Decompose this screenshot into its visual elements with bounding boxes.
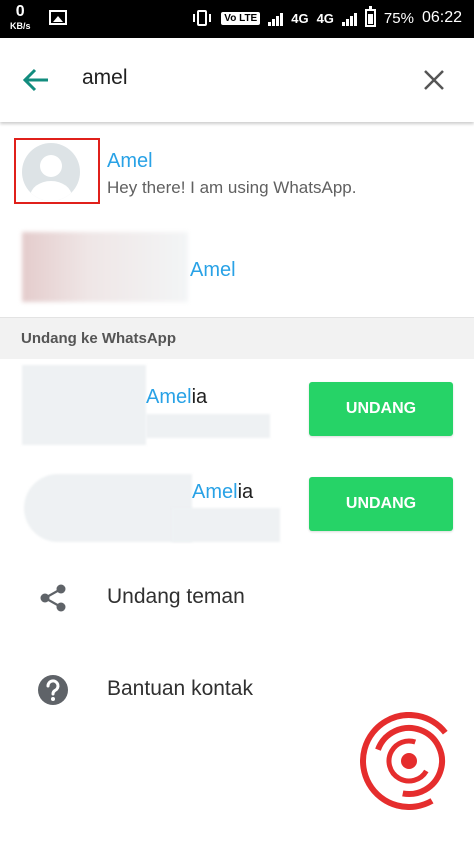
- blurred-avatar: [22, 365, 146, 445]
- contact-name: Amelia: [146, 386, 207, 409]
- invite-friends-label: Undang teman: [107, 585, 245, 608]
- watermark-logo: [360, 712, 458, 810]
- speed-value: 0: [15, 3, 25, 20]
- status-bar: 0 KB/s Vo LTE 4G 4G 75% 06:22: [0, 0, 474, 38]
- section-title: Undang ke WhatsApp: [21, 330, 177, 347]
- name-match: Amel: [146, 386, 192, 408]
- blurred-phone: [172, 508, 280, 542]
- volte-badge: Vo LTE: [221, 11, 261, 25]
- network-type-2: 4G: [316, 10, 334, 26]
- signal-icon-1: [268, 10, 284, 26]
- invite-button[interactable]: UNDANG: [309, 382, 453, 436]
- blurred-phone: [146, 414, 270, 438]
- contact-help-label: Bantuan kontak: [107, 677, 253, 700]
- back-arrow-icon: [22, 68, 48, 92]
- name-rest: ia: [237, 481, 254, 503]
- search-input[interactable]: amel: [82, 66, 128, 90]
- back-button[interactable]: [18, 62, 54, 98]
- network-speed: 0 KB/s: [10, 4, 31, 31]
- default-avatar: [22, 143, 80, 201]
- vibrate-icon: [193, 10, 212, 26]
- speed-unit: KB/s: [10, 21, 31, 31]
- signal-icon-2: [341, 10, 357, 26]
- search-bar: amel: [0, 38, 474, 122]
- name-rest: ia: [191, 386, 208, 408]
- blurred-avatar: [22, 232, 188, 302]
- name-match: Amel: [192, 481, 238, 503]
- contact-name: Amel: [107, 150, 153, 172]
- contact-name: Amelia: [192, 481, 253, 504]
- help-icon: [37, 674, 69, 706]
- network-type-1: 4G: [291, 10, 309, 26]
- clear-search-button[interactable]: [416, 62, 452, 98]
- invite-button[interactable]: UNDANG: [309, 477, 453, 531]
- battery-icon: [364, 6, 376, 27]
- contact-status: Hey there! I am using WhatsApp.: [107, 178, 357, 197]
- contact-name: Amel: [190, 259, 236, 281]
- image-notification-icon: [48, 10, 67, 25]
- person-icon: [30, 155, 72, 201]
- share-icon: [37, 582, 69, 614]
- battery-percent: 75%: [383, 9, 414, 27]
- close-icon: [424, 70, 444, 90]
- blurred-avatar: [24, 474, 192, 542]
- clock: 06:22: [421, 9, 462, 26]
- invite-section-header: Undang ke WhatsApp: [0, 317, 474, 359]
